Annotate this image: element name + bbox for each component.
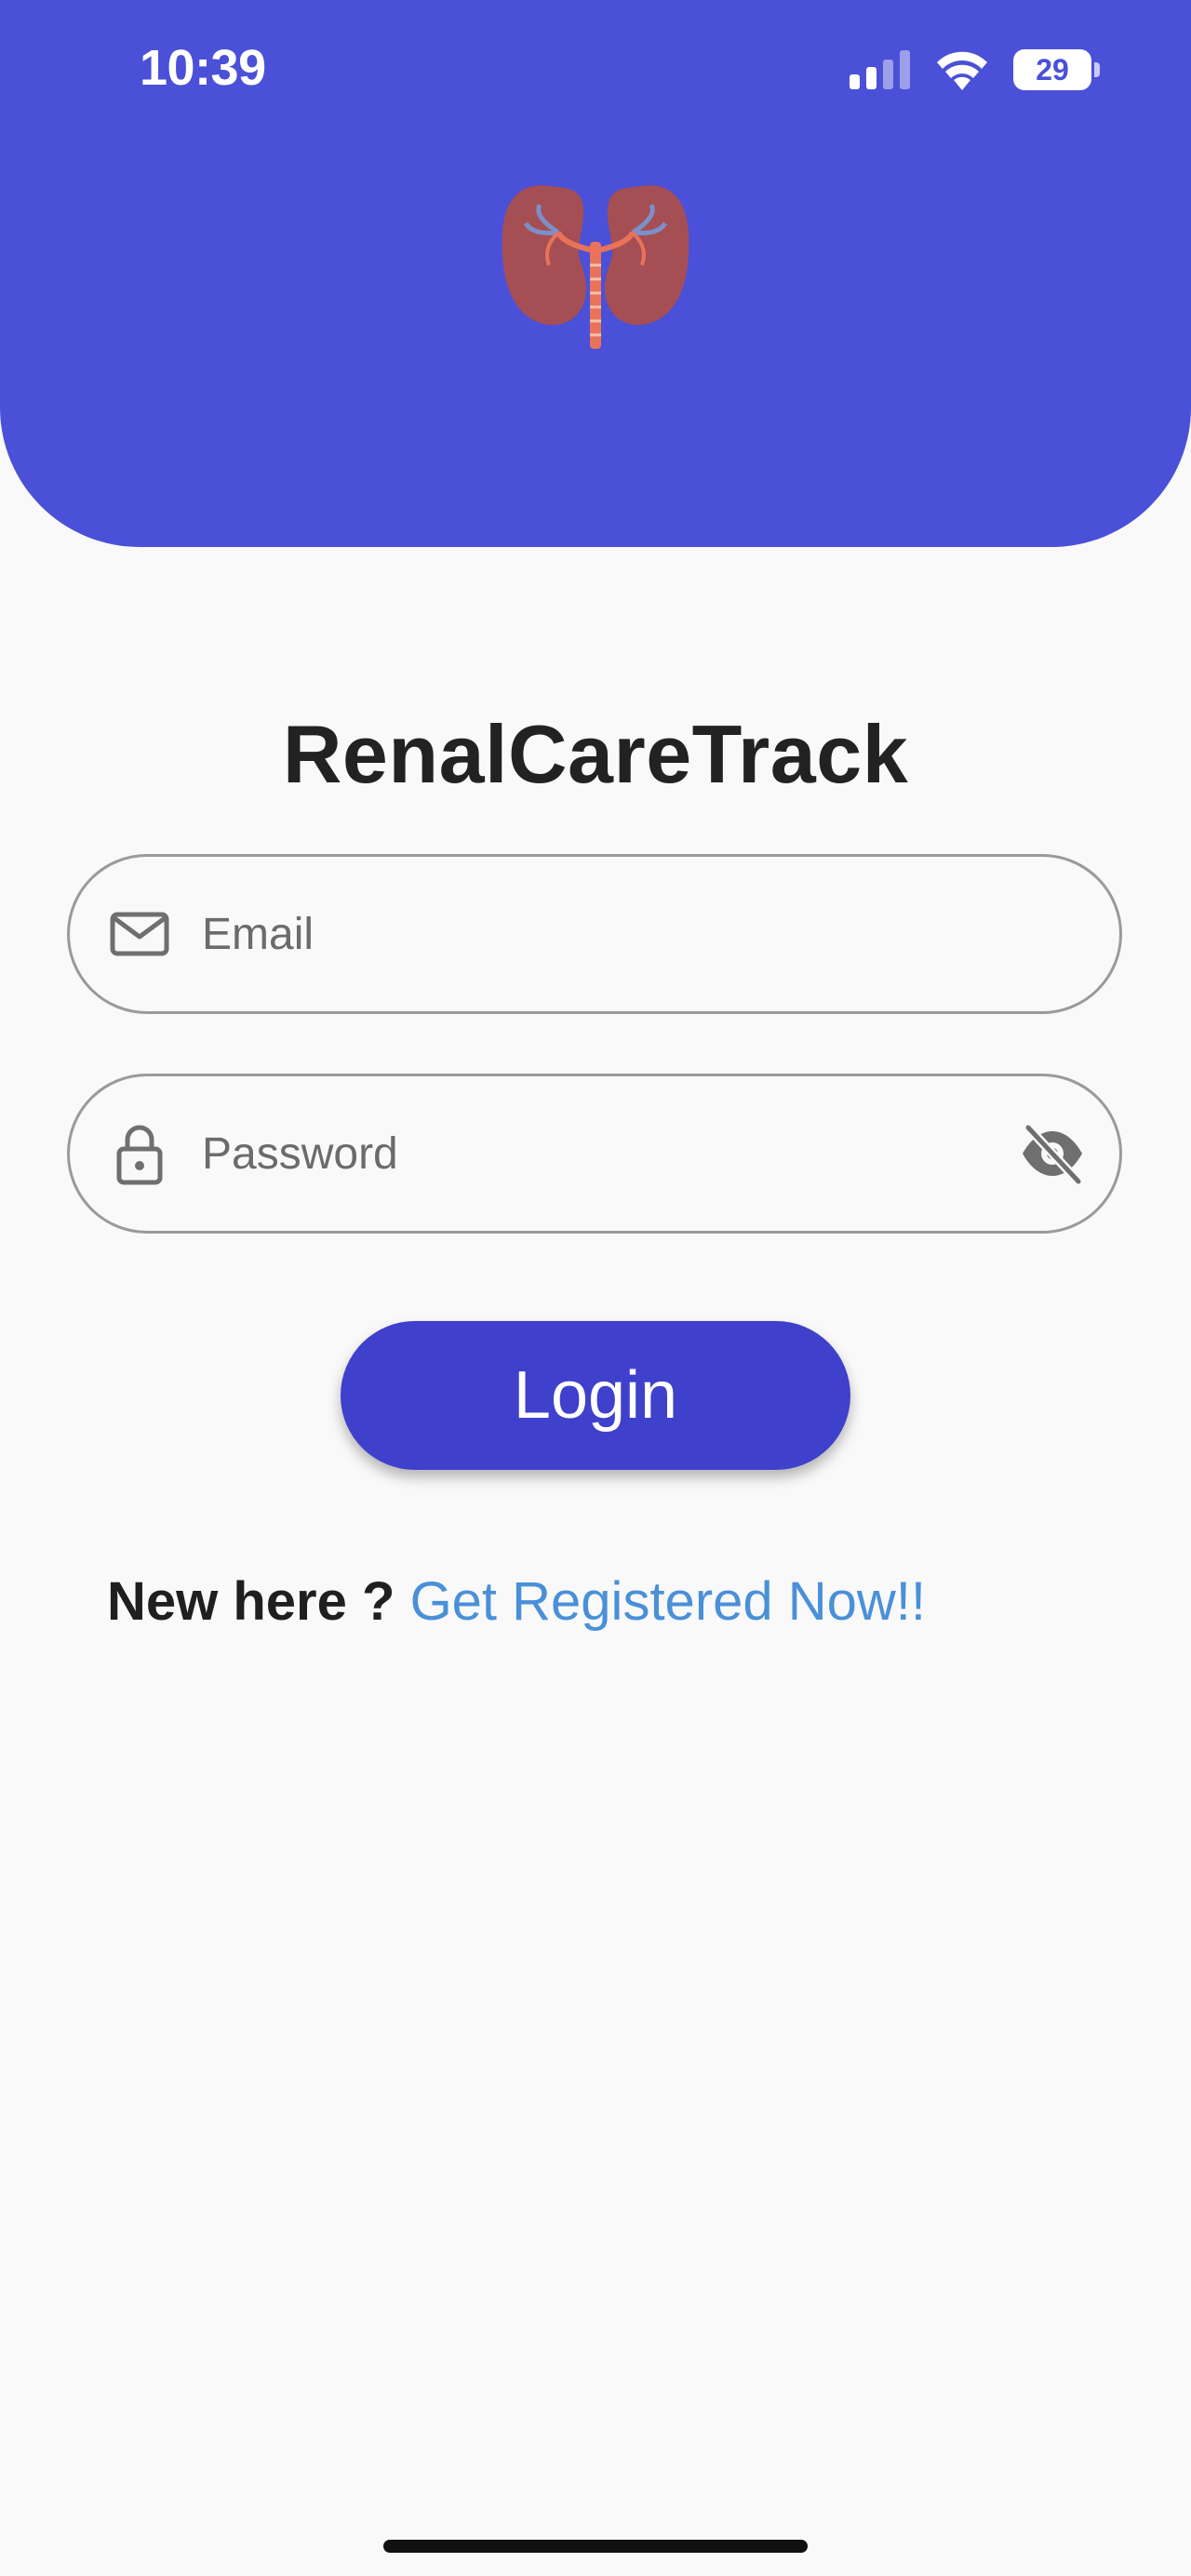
email-input[interactable]	[202, 857, 1002, 1011]
cellular-signal-icon	[850, 50, 910, 89]
kidneys-icon	[502, 185, 689, 349]
register-link[interactable]: Get Registered Now!!	[410, 1571, 926, 1632]
password-field[interactable]	[67, 1074, 1122, 1234]
eye-off-icon[interactable]	[1017, 1118, 1088, 1189]
battery-cap	[1094, 62, 1100, 77]
home-indicator[interactable]	[383, 2540, 808, 2553]
login-button[interactable]: Login	[341, 1321, 850, 1470]
register-prompt: New here ?	[107, 1571, 395, 1632]
header-banner: 10:39 29	[0, 0, 1191, 547]
password-input[interactable]	[202, 1076, 1002, 1231]
app-title: RenalCareTrack	[282, 708, 909, 800]
lock-icon	[116, 1125, 163, 1185]
status-icons: 29	[850, 47, 1100, 93]
status-time: 10:39	[140, 40, 266, 96]
login-screen: 10:39 29 RenalCareTrack Email Login New …	[0, 0, 1191, 2576]
battery-level: 29	[1013, 49, 1091, 90]
register-row: New here ? Get Registered Now!!	[107, 1570, 926, 1633]
email-field[interactable]	[67, 854, 1122, 1014]
wifi-icon	[937, 51, 987, 90]
battery-icon: 29	[1013, 49, 1100, 90]
mail-icon	[110, 912, 169, 956]
